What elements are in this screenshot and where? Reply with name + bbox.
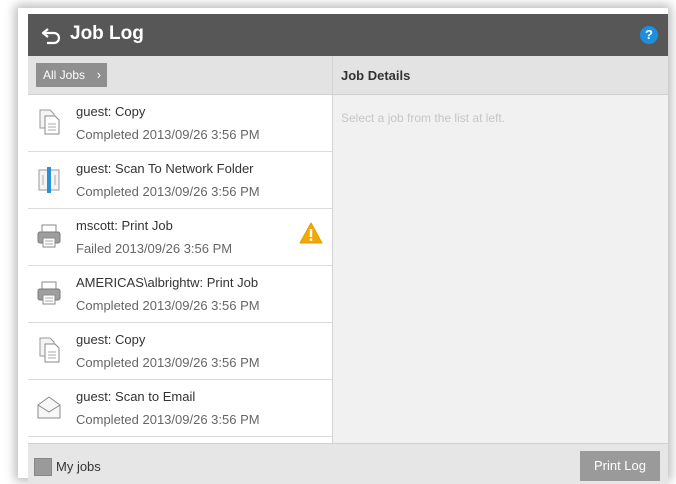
job-status: Completed 2013/09/26 3:56 PM — [76, 355, 260, 370]
all-jobs-button[interactable]: All Jobs › — [36, 63, 108, 87]
job-status: Completed 2013/09/26 3:56 PM — [76, 412, 260, 427]
my-jobs-checkbox[interactable] — [34, 458, 52, 476]
page-title: Job Log — [70, 23, 144, 44]
printer-icon — [37, 224, 61, 248]
title-bar: Job Log ? — [28, 14, 668, 56]
job-list-item[interactable]: guest: Copy Completed 2013/09/26 3:56 PM — [28, 323, 332, 380]
job-list-item[interactable]: AMERICAS\albrightw: Print Job Completed … — [28, 266, 332, 323]
job-list-panel: All Jobs › guest: Copy Completed 2013/09… — [28, 56, 333, 443]
job-list-item[interactable]: guest: Scan to Email Completed 2013/09/2… — [28, 380, 332, 437]
job-title: guest: Scan to Email — [76, 389, 196, 404]
scan-folder-icon — [38, 167, 60, 193]
job-title: mscott: Print Job — [76, 218, 173, 233]
job-details-panel: Job Details Select a job from the list a… — [333, 56, 668, 443]
job-title: guest: Copy — [76, 104, 146, 119]
back-arrow-icon[interactable] — [40, 25, 62, 45]
print-log-button[interactable]: Print Log — [580, 451, 660, 481]
all-jobs-label: All Jobs — [43, 68, 86, 82]
job-status: Completed 2013/09/26 3:56 PM — [76, 184, 260, 199]
job-details-header: Job Details — [333, 56, 668, 95]
job-status: Completed 2013/09/26 3:56 PM — [76, 298, 260, 313]
job-list-item[interactable]: guest: Scan To Network Folder Completed … — [28, 152, 332, 209]
chevron-right-icon: › — [96, 67, 102, 82]
warning-icon — [299, 222, 323, 244]
job-status: Completed 2013/09/26 3:56 PM — [76, 127, 260, 142]
email-icon — [37, 396, 61, 419]
copy-icon — [39, 337, 60, 363]
printer-icon — [37, 281, 61, 305]
my-jobs-label: My jobs — [56, 459, 101, 474]
copy-icon — [39, 109, 60, 135]
job-list: guest: Copy Completed 2013/09/26 3:56 PM… — [28, 95, 332, 437]
job-list-header: All Jobs › — [28, 56, 332, 95]
job-list-item[interactable]: guest: Copy Completed 2013/09/26 3:56 PM — [28, 95, 332, 152]
help-icon[interactable]: ? — [640, 26, 658, 44]
job-title: AMERICAS\albrightw: Print Job — [76, 275, 259, 290]
job-title: guest: Copy — [76, 332, 146, 347]
job-details-title: Job Details — [341, 68, 411, 83]
job-list-item[interactable]: mscott: Print Job Failed 2013/09/26 3:56… — [28, 209, 332, 266]
job-title: guest: Scan To Network Folder — [76, 161, 254, 176]
job-status: Failed 2013/09/26 3:56 PM — [76, 241, 233, 256]
job-details-placeholder: Select a job from the list at left. — [341, 111, 506, 125]
footer-bar: My jobs Print Log — [28, 443, 668, 484]
